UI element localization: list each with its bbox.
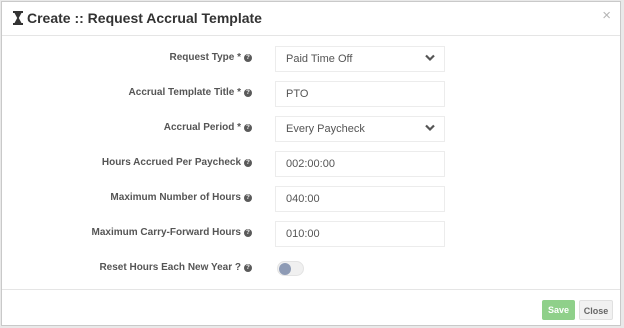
help-icon[interactable]: ?: [244, 158, 252, 167]
dialog-header: Create :: Request Accrual Template ×: [2, 2, 620, 36]
dialog-footer: Save Close: [2, 289, 620, 327]
reset-hours-label: Reset Hours Each New Year ? ?: [99, 262, 252, 273]
accrual-template-title-label: Accrual Template Title * ?: [129, 87, 252, 98]
hours-accrued-label: Hours Accrued Per Paycheck ?: [102, 157, 252, 168]
reset-hours-row: Reset Hours Each New Year ? ?: [2, 256, 620, 282]
accrual-period-row: Accrual Period * ? Every Paycheck: [2, 116, 620, 142]
hours-accrued-row: Hours Accrued Per Paycheck ? 002:00:00: [2, 151, 620, 177]
dialog-title: Create :: Request Accrual Template: [27, 10, 262, 26]
request-accrual-template-dialog: Create :: Request Accrual Template × Req…: [1, 1, 621, 326]
accrual-period-select[interactable]: Every Paycheck: [275, 116, 445, 142]
help-icon[interactable]: ?: [244, 123, 252, 132]
help-icon[interactable]: ?: [244, 193, 252, 202]
chevron-down-icon: [425, 124, 435, 132]
help-icon[interactable]: ?: [244, 263, 252, 272]
request-type-select[interactable]: Paid Time Off: [275, 46, 445, 72]
hours-accrued-input[interactable]: 002:00:00: [275, 151, 445, 177]
carry-forward-input[interactable]: 010:00: [275, 221, 445, 247]
close-button[interactable]: Close: [579, 300, 613, 320]
carry-forward-row: Maximum Carry-Forward Hours ? 010:00: [2, 221, 620, 247]
hourglass-icon: [13, 11, 23, 25]
close-icon[interactable]: ×: [602, 8, 611, 23]
toggle-knob: [279, 263, 291, 275]
help-icon[interactable]: ?: [244, 228, 252, 237]
help-icon[interactable]: ?: [244, 88, 252, 97]
request-type-label: Request Type * ?: [170, 52, 252, 63]
save-button[interactable]: Save: [542, 300, 575, 320]
request-type-row: Request Type * ? Paid Time Off: [2, 46, 620, 72]
accrual-period-label: Accrual Period * ?: [164, 122, 252, 133]
accrual-template-title-input[interactable]: PTO: [275, 81, 445, 107]
accrual-template-title-row: Accrual Template Title * ? PTO: [2, 81, 620, 107]
maximum-hours-input[interactable]: 040:00: [275, 186, 445, 212]
carry-forward-label: Maximum Carry-Forward Hours ?: [92, 227, 252, 238]
help-icon[interactable]: ?: [244, 53, 252, 62]
maximum-hours-label: Maximum Number of Hours ?: [110, 192, 252, 203]
reset-hours-toggle[interactable]: [277, 261, 304, 276]
maximum-hours-row: Maximum Number of Hours ? 040:00: [2, 186, 620, 212]
chevron-down-icon: [425, 54, 435, 62]
